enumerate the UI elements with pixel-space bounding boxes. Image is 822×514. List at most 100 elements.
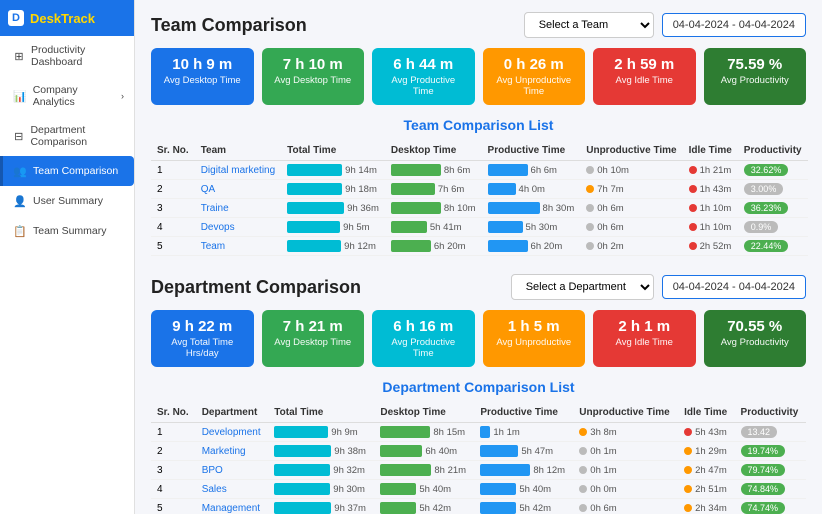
cell-total: 9h 14m (281, 161, 385, 180)
cell-unproductive: 0h 2m (580, 237, 682, 256)
cell-team[interactable]: Devops (195, 218, 281, 237)
team-comparison-header: Team Comparison Select a Team 04-04-2024… (151, 12, 806, 38)
dept-stat-value-0: 9 h 22 m (161, 318, 244, 335)
cell-srno: 4 (151, 218, 195, 237)
sidebar-item-label: Department Comparison (30, 124, 124, 148)
cell-unproductive: 0h 0m (573, 480, 678, 499)
dept-stat-value-2: 6 h 16 m (382, 318, 465, 335)
cell-total: 9h 12m (281, 237, 385, 256)
cell-idle: 1h 10m (683, 199, 738, 218)
dept-stat-label-0: Avg Total Time Hrs/day (161, 337, 244, 359)
col-total: Total Time (281, 141, 385, 161)
cell-team[interactable]: QA (195, 180, 281, 199)
cell-dept[interactable]: Sales (196, 480, 269, 499)
cell-desktop: 8h 15m (374, 423, 474, 442)
dept-stat-desktop: 7 h 21 m Avg Desktop Time (262, 310, 365, 367)
cell-team[interactable]: Traine (195, 199, 281, 218)
sidebar-item-user[interactable]: 👤 User Summary (0, 186, 134, 216)
sidebar-item-label: Team Comparison (33, 165, 118, 177)
dept-date-range: 04-04-2024 - 04-04-2024 (662, 275, 806, 299)
sidebar-item-label: Team Summary (33, 225, 107, 237)
cell-idle: 5h 43m (678, 423, 734, 442)
team-stat-label-5: Avg Productivity (714, 75, 797, 86)
cell-desktop: 6h 40m (374, 442, 474, 461)
cell-desktop: 5h 41m (385, 218, 482, 237)
cell-productive: 5h 42m (474, 499, 573, 514)
sidebar-item-productivity[interactable]: ⊞ Productivity Dashboard (0, 36, 134, 76)
cell-desktop: 5h 40m (374, 480, 474, 499)
cell-srno: 3 (151, 199, 195, 218)
cell-productive: 6h 6m (482, 161, 581, 180)
dept-stat-value-5: 70.55 % (714, 318, 797, 335)
team-stat-value-2: 6 h 44 m (382, 56, 465, 73)
cell-dept[interactable]: BPO (196, 461, 269, 480)
dcol-srno: Sr. No. (151, 403, 196, 423)
cell-dept[interactable]: Management (196, 499, 269, 514)
table-row: 5 Team 9h 12m 6h 20m 6h 20m 0h 2m 2h 52m… (151, 237, 808, 256)
cell-desktop: 8h 10m (385, 199, 482, 218)
col-srno: Sr. No. (151, 141, 195, 161)
team-stat-label-3: Avg Unproductive Time (493, 75, 576, 97)
dept-stat-label-5: Avg Productivity (714, 337, 797, 348)
sidebar-item-label: Productivity Dashboard (31, 44, 124, 68)
cell-productivity: 36.23% (738, 199, 808, 218)
dcol-idle: Idle Time (678, 403, 734, 423)
sidebar-item-team[interactable]: 👥 Team Comparison (0, 156, 134, 186)
col-team: Team (195, 141, 281, 161)
logo-text: DeskTrack (30, 11, 95, 26)
team-stat-label-2: Avg Productive Time (382, 75, 465, 97)
sidebar-item-teamsummary[interactable]: 📋 Team Summary (0, 216, 134, 246)
cell-productivity: 0.9% (738, 218, 808, 237)
sidebar-item-label: User Summary (33, 195, 103, 207)
dept-stat-value-3: 1 h 5 m (493, 318, 576, 335)
col-idle: Idle Time (683, 141, 738, 161)
team-comparison-table: Sr. No. Team Total Time Desktop Time Pro… (151, 141, 808, 256)
cell-productivity: 13.42 (735, 423, 806, 442)
cell-team[interactable]: Team (195, 237, 281, 256)
team-stat-label-1: Avg Desktop Time (272, 75, 355, 86)
cell-total: 9h 9m (268, 423, 374, 442)
company-icon: 📊 (13, 89, 27, 103)
cell-dept[interactable]: Marketing (196, 442, 269, 461)
team-stat-cards: 10 h 9 m Avg Desktop Time 7 h 10 m Avg D… (151, 48, 806, 105)
cell-unproductive: 3h 8m (573, 423, 678, 442)
cell-total: 9h 30m (268, 480, 374, 499)
sidebar: D DeskTrack ⊞ Productivity Dashboard 📊 C… (0, 0, 135, 514)
dept-stat-label-2: Avg Productive Time (382, 337, 465, 359)
sidebar-item-company[interactable]: 📊 Company Analytics › (0, 76, 134, 116)
user-icon: 👤 (13, 194, 27, 208)
cell-productive: 5h 47m (474, 442, 573, 461)
sidebar-item-department[interactable]: ⊟ Department Comparison (0, 116, 134, 156)
team-select[interactable]: Select a Team (524, 12, 654, 38)
team-stat-label-4: Avg Idle Time (603, 75, 686, 86)
cell-productive: 6h 20m (482, 237, 581, 256)
dept-stat-productive: 6 h 16 m Avg Productive Time (372, 310, 475, 367)
team-stat-value-1: 7 h 10 m (272, 56, 355, 73)
cell-dept[interactable]: Development (196, 423, 269, 442)
cell-idle: 2h 51m (678, 480, 734, 499)
dept-stat-unproductive: 1 h 5 m Avg Unproductive (483, 310, 586, 367)
dept-select[interactable]: Select a Department (511, 274, 654, 300)
team-date-range: 04-04-2024 - 04-04-2024 (662, 13, 806, 37)
cell-idle: 1h 43m (683, 180, 738, 199)
cell-team[interactable]: Digital marketing (195, 161, 281, 180)
teamsummary-icon: 📋 (13, 224, 27, 238)
cell-desktop: 7h 6m (385, 180, 482, 199)
cell-idle: 1h 29m (678, 442, 734, 461)
cell-productivity: 32.62% (738, 161, 808, 180)
logo: D DeskTrack (0, 0, 134, 36)
cell-desktop: 8h 21m (374, 461, 474, 480)
dept-stat-cards: 9 h 22 m Avg Total Time Hrs/day 7 h 21 m… (151, 310, 806, 367)
team-stat-productive: 6 h 44 m Avg Productive Time (372, 48, 475, 105)
cell-productivity: 74.74% (735, 499, 806, 514)
dept-list-title: Department Comparison List (151, 379, 806, 395)
cell-idle: 1h 21m (683, 161, 738, 180)
dcol-desktop: Desktop Time (374, 403, 474, 423)
table-row: 1 Digital marketing 9h 14m 8h 6m 6h 6m 0… (151, 161, 808, 180)
cell-unproductive: 0h 1m (573, 461, 678, 480)
cell-total: 9h 37m (268, 499, 374, 514)
cell-total: 9h 32m (268, 461, 374, 480)
team-stat-label-0: Avg Desktop Time (161, 75, 244, 86)
cell-srno: 2 (151, 180, 195, 199)
dcol-productivity: Productivity (735, 403, 806, 423)
